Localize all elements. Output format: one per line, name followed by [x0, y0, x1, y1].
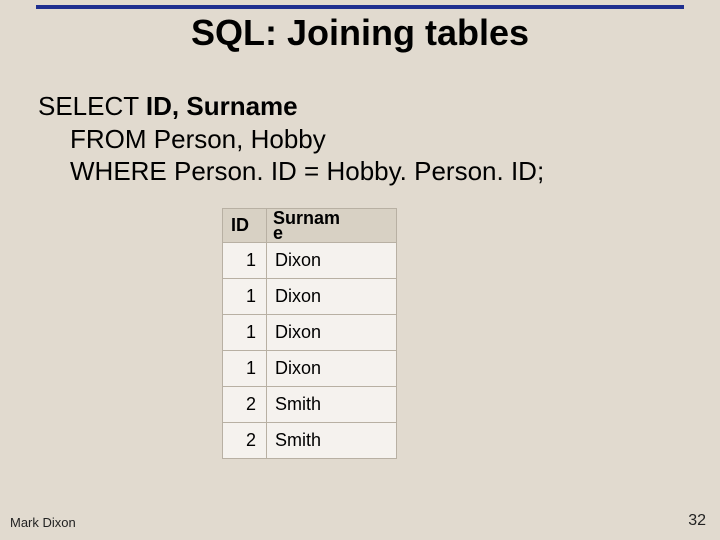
sql-query: SELECT ID, Surname FROM Person, Hobby WH…	[38, 90, 544, 188]
table-row: 2 Smith	[223, 386, 397, 422]
sql-line-2: FROM Person, Hobby	[70, 123, 544, 156]
sql-line-3: WHERE Person. ID = Hobby. Person. ID;	[70, 155, 544, 188]
header-surname-line2: e	[273, 223, 283, 243]
top-rule	[36, 5, 684, 9]
sql-select-columns: ID, Surname	[146, 91, 298, 121]
header-surname: Surnam e	[267, 209, 397, 243]
cell-id: 1	[223, 314, 267, 350]
cell-surname: Dixon	[267, 278, 397, 314]
result-table: ID Surnam e 1 Dixon 1 Dixon 1 Dixon	[222, 208, 397, 459]
table-row: 1 Dixon	[223, 350, 397, 386]
table-row: 1 Dixon	[223, 278, 397, 314]
footer-page-number: 32	[688, 512, 706, 530]
sql-select-keyword: SELECT	[38, 91, 146, 121]
cell-surname: Dixon	[267, 242, 397, 278]
cell-surname: Dixon	[267, 350, 397, 386]
table-row: 1 Dixon	[223, 242, 397, 278]
table-row: 2 Smith	[223, 422, 397, 458]
cell-surname: Smith	[267, 386, 397, 422]
footer-author: Mark Dixon	[10, 515, 76, 530]
cell-id: 1	[223, 242, 267, 278]
header-id: ID	[223, 209, 267, 243]
result-table-container: ID Surnam e 1 Dixon 1 Dixon 1 Dixon	[222, 208, 397, 459]
cell-surname: Dixon	[267, 314, 397, 350]
sql-line-1: SELECT ID, Surname	[38, 90, 544, 123]
header-surname-line1: Surnam	[273, 208, 340, 228]
table-row: 1 Dixon	[223, 314, 397, 350]
cell-id: 2	[223, 422, 267, 458]
slide-title: SQL: Joining tables	[0, 12, 720, 54]
cell-surname: Smith	[267, 422, 397, 458]
table-header-row: ID Surnam e	[223, 209, 397, 243]
cell-id: 1	[223, 278, 267, 314]
cell-id: 2	[223, 386, 267, 422]
cell-id: 1	[223, 350, 267, 386]
